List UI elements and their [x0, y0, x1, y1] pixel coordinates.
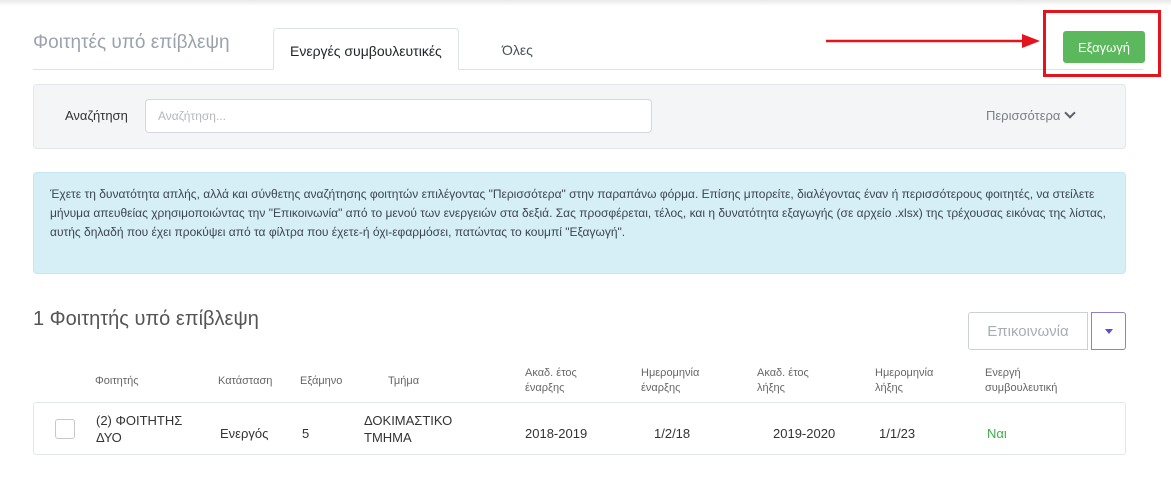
col-header-active-l2: συμβουλευτική — [985, 382, 1058, 394]
cell-end-date: 1/1/23 — [879, 426, 916, 441]
cell-status: Ενεργός — [220, 426, 269, 441]
cell-start-year: 2018-2019 — [525, 426, 588, 441]
export-button[interactable]: Εξαγωγή — [1063, 31, 1145, 63]
col-header-student: Φοιτητής — [95, 375, 139, 387]
cell-active: Ναι — [987, 426, 1007, 441]
search-input[interactable] — [145, 99, 652, 133]
tab-all[interactable]: Όλες — [486, 28, 549, 70]
list-heading: 1 Φοιτητής υπό επίβλεψη — [33, 308, 259, 330]
search-label: Αναζήτηση — [65, 108, 128, 123]
contact-dropdown-toggle[interactable] — [1091, 312, 1126, 350]
table-row[interactable]: (2) ΦΟΙΤΗΤΗΣ ΔΥΟ Ενεργός 5 ΔΟΚΙΜΑΣΤΙΚΟ Τ… — [33, 402, 1126, 455]
cell-department-l1: ΔΟΚΙΜΑΣΤΙΚΟ — [364, 413, 453, 428]
cell-department: ΔΟΚΙΜΑΣΤΙΚΟ ΤΜΗΜΑ — [364, 412, 452, 446]
col-header-end-year-l1: Ακαδ. έτος — [757, 367, 809, 379]
row-select-checkbox[interactable] — [55, 419, 75, 439]
col-header-start-date-l1: Ημερομηνία — [641, 367, 700, 379]
col-header-end-date-l1: Ημερομηνία — [875, 367, 934, 379]
info-alert: Έχετε τη δυνατότητα απλής, αλλά και σύνθ… — [33, 172, 1126, 274]
col-header-end-date-l2: λήξης — [875, 382, 903, 394]
cell-semester: 5 — [302, 426, 310, 441]
col-header-active-l1: Ενεργή — [985, 367, 1021, 379]
cell-student-l2: ΔΥΟ — [96, 430, 122, 445]
more-filters-label: Περισσότερα — [986, 108, 1061, 123]
search-panel: Αναζήτηση Περισσότερα — [33, 84, 1126, 149]
col-header-end-year: Ακαδ. έτος λήξης — [757, 366, 809, 396]
chevron-down-icon — [1064, 107, 1077, 119]
col-header-department: Τμήμα — [388, 375, 420, 387]
col-header-end-year-l2: λήξης — [757, 382, 785, 394]
more-filters-toggle[interactable]: Περισσότερα — [986, 107, 1077, 123]
cell-start-date: 1/2/18 — [654, 426, 691, 441]
col-header-start-year-l1: Ακαδ. έτος — [525, 367, 577, 379]
contact-button[interactable]: Επικοινωνία — [968, 312, 1088, 350]
annotation-arrow — [826, 34, 1040, 48]
cell-end-year: 2019-2020 — [773, 426, 836, 441]
page-title: Φοιτητές υπό επίβλεψη — [33, 32, 230, 53]
col-header-active: Ενεργή συμβουλευτική — [985, 366, 1057, 396]
top-shadow — [0, 0, 1171, 6]
col-header-start-year: Ακαδ. έτος έναρξης — [525, 366, 577, 396]
col-header-start-date: Ημερομηνία έναρξης — [641, 366, 699, 396]
cell-student: (2) ΦΟΙΤΗΤΗΣ ΔΥΟ — [96, 412, 182, 446]
tab-active-advisories[interactable]: Ενεργές συμβουλευτικές — [273, 28, 459, 70]
col-header-start-year-l2: έναρξης — [525, 382, 565, 394]
col-header-semester: Εξάμηνο — [300, 375, 343, 387]
cell-department-l2: ΤΜΗΜΑ — [364, 430, 412, 445]
col-header-start-date-l2: έναρξης — [641, 382, 681, 394]
caret-down-icon — [1105, 329, 1113, 334]
col-header-status: Κατάσταση — [218, 375, 273, 387]
col-header-end-date: Ημερομηνία λήξης — [875, 366, 933, 396]
cell-student-l1: (2) ΦΟΙΤΗΤΗΣ — [96, 413, 183, 428]
